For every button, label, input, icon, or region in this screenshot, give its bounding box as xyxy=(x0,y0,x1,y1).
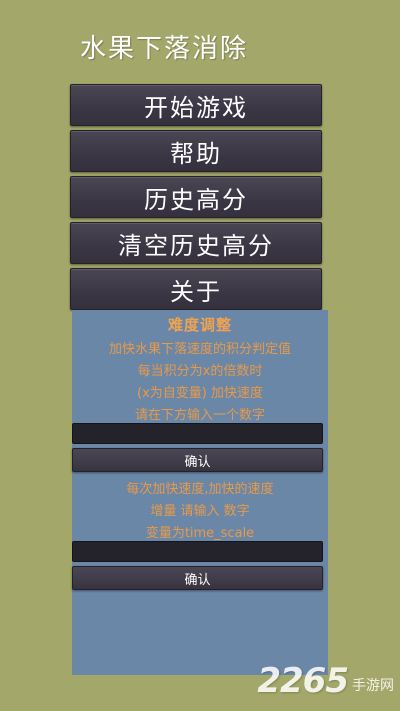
watermark-number: 2265 xyxy=(257,661,349,701)
difficulty-line-6: 增量 请输入 数字 xyxy=(150,504,250,519)
difficulty-heading: 难度调整 xyxy=(167,316,232,334)
clear-high-score-button[interactable]: 清空历史高分 xyxy=(70,222,322,264)
difficulty-line-7: 变量为time_scale xyxy=(145,526,255,541)
high-score-button[interactable]: 历史高分 xyxy=(70,176,322,218)
difficulty-line-5: 每次加快速度,加快的速度 xyxy=(126,482,274,497)
app-title: 水果下落消除 xyxy=(80,34,249,64)
time-scale-input[interactable] xyxy=(72,541,323,562)
help-button[interactable]: 帮助 xyxy=(70,130,322,172)
start-game-button[interactable]: 开始游戏 xyxy=(70,84,322,126)
difficulty-panel: 难度调整 加快水果下落速度的积分判定值 每当积分为x的倍数时 (x为自变量) 加… xyxy=(72,310,328,675)
confirm-threshold-button[interactable]: 确认 xyxy=(72,448,323,472)
confirm-time-scale-button[interactable]: 确认 xyxy=(72,566,323,590)
score-threshold-input[interactable] xyxy=(72,423,323,444)
about-button[interactable]: 关于 xyxy=(70,268,322,310)
watermark-text: 手游网 xyxy=(352,678,394,694)
difficulty-line-2: 每当积分为x的倍数时 xyxy=(137,364,263,379)
watermark: 2265 手游网 xyxy=(257,661,394,701)
difficulty-line-4: 请在下方输入一个数字 xyxy=(134,408,265,423)
difficulty-line-3: (x为自变量) 加快速度 xyxy=(137,386,263,401)
difficulty-line-1: 加快水果下落速度的积分判定值 xyxy=(108,342,291,357)
